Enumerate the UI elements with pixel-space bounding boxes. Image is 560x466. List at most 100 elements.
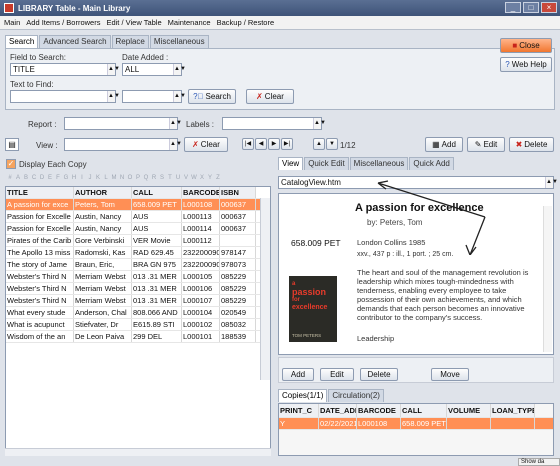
table-row[interactable]: What every stude Anderson, Chal 808.066 AN… <box>6 307 270 319</box>
letter-filter-item[interactable]: B <box>22 174 30 183</box>
display-each-copy-checkbox[interactable]: ✓ <box>6 159 16 169</box>
tab-misc[interactable]: Miscellaneous <box>349 157 409 170</box>
tab-replace[interactable]: Replace <box>111 35 149 48</box>
letter-filter-item[interactable]: F <box>54 174 62 183</box>
letter-filter-item[interactable]: N <box>118 174 126 183</box>
tab-circulation[interactable]: Circulation(2) <box>328 389 384 402</box>
next-page-button[interactable]: ▶ <box>268 138 280 150</box>
table-cell: Passion for Excelle <box>6 211 74 222</box>
tab-miscellaneous[interactable]: Miscellaneous <box>149 35 209 48</box>
letter-filter-item[interactable]: S <box>158 174 166 183</box>
table-row[interactable]: What is acupunct Stiefvater, Dr E615.89 ST… <box>6 319 270 331</box>
field-to-search-select[interactable]: TITLE ▲▼ <box>10 63 120 76</box>
table-row[interactable]: Pirates of the Carib Gore Verbinski VER Mo… <box>6 235 270 247</box>
letter-filter-item[interactable]: Z <box>214 174 222 183</box>
clear-search-button[interactable]: ✗ Clear <box>246 89 294 104</box>
move-down-button[interactable]: ▼ <box>326 138 338 150</box>
clear-view-button[interactable]: ✗ Clear <box>184 137 228 152</box>
view-select[interactable]: ▲▼ <box>64 138 182 151</box>
table-row[interactable]: The story of Jame Braun, Eric, BRA GN 975 2… <box>6 259 270 271</box>
menu-backup[interactable]: Backup / Restore <box>217 18 275 27</box>
text-to-find-input[interactable]: ▲▼ <box>10 90 120 103</box>
menu-maintenance[interactable]: Maintenance <box>168 18 211 27</box>
web-help-button[interactable]: ? Web Help <box>500 57 552 72</box>
report-select[interactable]: ▲▼ <box>64 117 182 130</box>
table-row[interactable]: The Apollo 13 miss Radomski, Kas RAD 629.4… <box>6 247 270 259</box>
tab-quick-add[interactable]: Quick Add <box>409 157 454 170</box>
copies-column-header[interactable]: CALL <box>401 404 447 417</box>
table-icon[interactable]: ▤ <box>5 138 19 151</box>
letter-filter-item[interactable]: Q <box>142 174 150 183</box>
copies-column-header[interactable]: LOAN_TYPE <box>491 404 535 417</box>
letter-filter-item[interactable]: T <box>166 174 174 183</box>
close-button[interactable]: ■ Close <box>500 38 552 53</box>
tab-view[interactable]: View <box>278 157 304 170</box>
table-row[interactable]: Passion for Excelle Austin, Nancy AUS L0001… <box>6 211 270 223</box>
copy-add-button[interactable]: Add <box>282 368 314 381</box>
copies-column-header[interactable]: PRINT_C <box>279 404 319 417</box>
letter-filter-item[interactable]: O <box>126 174 134 183</box>
menu-add-items[interactable]: Add Items / Borrowers <box>26 18 100 27</box>
close-window-button[interactable]: × <box>541 2 557 13</box>
letter-filter-item[interactable]: D <box>38 174 46 183</box>
column-header[interactable]: TITLE <box>6 187 74 198</box>
tab-search[interactable]: Search <box>5 35 39 48</box>
maximize-button[interactable]: □ <box>523 2 539 13</box>
letter-filter-item[interactable]: E <box>46 174 54 183</box>
column-header[interactable]: AUTHOR <box>74 187 132 198</box>
table-row[interactable]: Webster's Third N Merriam Webst 013 .31 ME… <box>6 295 270 307</box>
tab-advanced-search[interactable]: Advanced Search <box>39 35 111 48</box>
find-option-select[interactable]: ▲▼ <box>122 90 186 103</box>
edit-button[interactable]: ✎ Edit <box>467 137 505 152</box>
copy-edit-button[interactable]: Edit <box>320 368 354 381</box>
copies-row[interactable]: Y 02/22/2021 L000108 658.009 PET <box>279 418 553 430</box>
letter-filter-item[interactable]: L <box>102 174 110 183</box>
table-row[interactable]: A passion for exce Peters, Tom 658.009 PET… <box>6 199 270 211</box>
letter-filter-item[interactable]: I <box>78 174 86 183</box>
letter-filter-item[interactable]: C <box>30 174 38 183</box>
column-header[interactable]: CALL <box>132 187 182 198</box>
copies-column-header[interactable]: BARCODE <box>357 404 401 417</box>
prev-page-button[interactable]: ◀ <box>255 138 267 150</box>
table-scrollbar[interactable] <box>260 198 270 380</box>
letter-filter-item[interactable]: G <box>62 174 70 183</box>
letter-filter-item[interactable]: V <box>182 174 190 183</box>
tab-quick-edit[interactable]: Quick Edit <box>304 157 349 170</box>
letter-filter-item[interactable]: P <box>134 174 142 183</box>
labels-select[interactable]: ▲▼ <box>222 117 326 130</box>
copies-column-header[interactable]: VOLUME <box>447 404 491 417</box>
date-added-select[interactable]: ALL ▲▼ <box>122 63 186 76</box>
menu-edit-view[interactable]: Edit / View Table <box>106 18 161 27</box>
table-hscrollbar[interactable] <box>5 448 271 456</box>
letter-filter-item[interactable]: K <box>94 174 102 183</box>
table-row[interactable]: Passion for Excelle Austin, Nancy AUS L0001… <box>6 223 270 235</box>
letter-filter-item[interactable]: M <box>110 174 118 183</box>
letter-filter-item[interactable]: J <box>86 174 94 183</box>
search-button[interactable]: ?⃞ Search <box>188 89 236 104</box>
last-page-button[interactable]: ▶| <box>281 138 293 150</box>
table-cell: 808.066 AND <box>132 307 182 318</box>
copy-delete-button[interactable]: Delete <box>360 368 398 381</box>
letter-filter-item[interactable]: W <box>190 174 198 183</box>
copy-move-button[interactable]: Move <box>431 368 469 381</box>
letter-filter-item[interactable]: R <box>150 174 158 183</box>
column-header[interactable]: ISBN <box>220 187 256 198</box>
table-row[interactable]: Webster's Third N Merriam Webst 013 .31 ME… <box>6 283 270 295</box>
move-up-button[interactable]: ▲ <box>313 138 325 150</box>
letter-filter-item[interactable]: X <box>198 174 206 183</box>
minimize-button[interactable]: _ <box>505 2 521 13</box>
table-row[interactable]: Wisdom of the an De Leon Paiva 299 DEL L000… <box>6 331 270 343</box>
first-page-button[interactable]: |◀ <box>242 138 254 150</box>
add-button[interactable]: ▦ Add <box>425 137 463 152</box>
tab-copies[interactable]: Copies(1/1) <box>278 389 328 402</box>
letter-filter-item[interactable]: Y <box>206 174 214 183</box>
copies-column-header[interactable]: DATE_ADDI <box>319 404 357 417</box>
menu-main[interactable]: Main <box>4 18 20 27</box>
letter-filter-item[interactable]: U <box>174 174 182 183</box>
delete-button[interactable]: ✖ Delete <box>509 137 554 152</box>
table-row[interactable]: Webster's Third N Merriam Webst 013 .31 ME… <box>6 271 270 283</box>
column-header[interactable]: BARCODE <box>182 187 220 198</box>
letter-filter-item[interactable]: # <box>6 174 14 183</box>
letter-filter-item[interactable]: A <box>14 174 22 183</box>
letter-filter-item[interactable]: H <box>70 174 78 183</box>
